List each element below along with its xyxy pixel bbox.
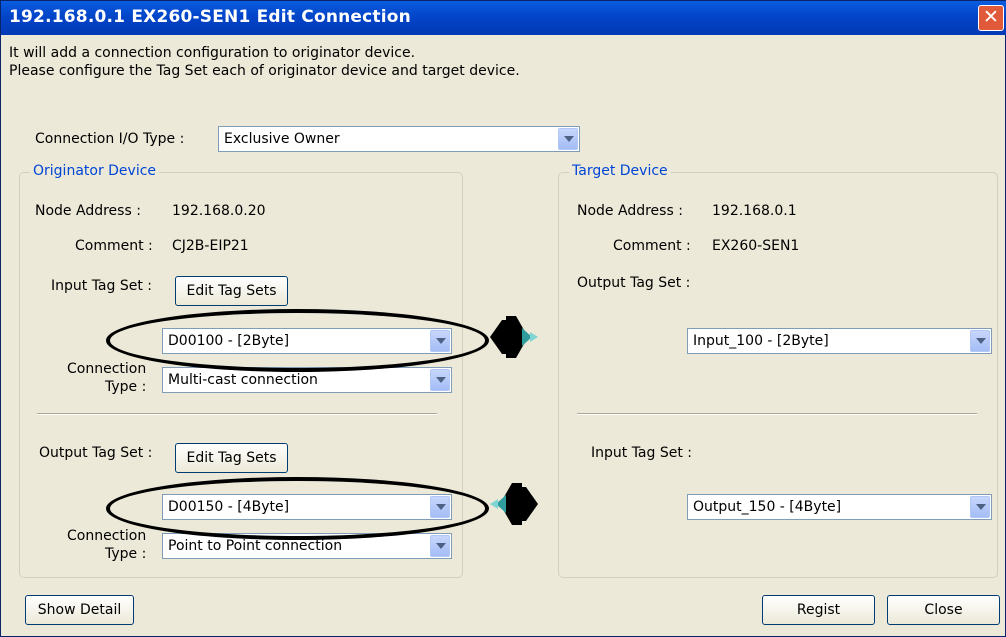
originator-node-address: 192.168.0.20 bbox=[172, 203, 266, 219]
input-connection-type-label-1: Connection bbox=[67, 361, 147, 377]
output-connection-type-value: Point to Point connection bbox=[168, 538, 343, 554]
target-output-tag-value: Input_100 - [2Byte] bbox=[693, 333, 829, 349]
output-edit-tag-sets-button[interactable]: Edit Tag Sets bbox=[175, 443, 288, 473]
show-detail-button[interactable]: Show Detail bbox=[25, 595, 134, 625]
connection-io-type-label: Connection I/O Type : bbox=[35, 131, 185, 147]
target-node-address: 192.168.0.1 bbox=[712, 203, 797, 219]
target-input-tag-set-label: Input Tag Set : bbox=[591, 445, 693, 461]
output-connection-type-label-1: Connection bbox=[67, 528, 147, 544]
originator-comment: CJ2B-EIP21 bbox=[172, 238, 249, 254]
target-separator bbox=[577, 413, 977, 415]
close-window-button[interactable]: ✕ bbox=[978, 5, 1004, 31]
highlight-ellipse-input bbox=[106, 309, 489, 372]
target-comment-label: Comment : bbox=[613, 238, 691, 254]
originator-input-tag-set-label: Input Tag Set : bbox=[51, 278, 153, 294]
target-output-tag-set-label: Output Tag Set : bbox=[577, 275, 691, 291]
originator-device-title: Originator Device bbox=[30, 163, 160, 179]
intro-line-2: Please configure the Tag Set each of ori… bbox=[9, 63, 520, 79]
target-input-tag-select[interactable]: Output_150 - [4Byte] bbox=[687, 494, 992, 520]
regist-button[interactable]: Regist bbox=[762, 595, 875, 625]
target-input-tag-value: Output_150 - [4Byte] bbox=[693, 499, 842, 515]
target-device-title: Target Device bbox=[569, 163, 671, 179]
chevron-down-icon[interactable] bbox=[970, 496, 990, 518]
originator-output-tag-set-label: Output Tag Set : bbox=[39, 445, 153, 461]
originator-comment-label: Comment : bbox=[75, 238, 153, 254]
chevron-down-icon[interactable] bbox=[430, 369, 450, 391]
close-button[interactable]: Close bbox=[887, 595, 1000, 625]
highlight-ellipse-output bbox=[106, 477, 489, 540]
intro-line-1: It will add a connection configuration t… bbox=[9, 45, 416, 61]
window-title: 192.168.0.1 EX260-SEN1 Edit Connection bbox=[9, 7, 411, 27]
input-connection-type-label-2: Type : bbox=[105, 379, 147, 395]
target-comment: EX260-SEN1 bbox=[712, 238, 800, 254]
originator-separator bbox=[37, 413, 437, 415]
title-bar: 192.168.0.1 EX260-SEN1 Edit Connection ✕ bbox=[1, 1, 1006, 35]
connection-io-type-value: Exclusive Owner bbox=[224, 131, 340, 147]
chevron-down-icon[interactable] bbox=[558, 128, 578, 150]
direction-arrow-icon bbox=[490, 316, 538, 358]
chevron-down-icon[interactable] bbox=[970, 330, 990, 352]
edit-connection-dialog: 192.168.0.1 EX260-SEN1 Edit Connection ✕… bbox=[0, 0, 1006, 637]
target-node-address-label: Node Address : bbox=[577, 203, 683, 219]
target-output-tag-select[interactable]: Input_100 - [2Byte] bbox=[687, 328, 992, 354]
chevron-down-icon[interactable] bbox=[430, 535, 450, 557]
direction-arrow-icon bbox=[490, 483, 538, 525]
input-connection-type-value: Multi-cast connection bbox=[168, 372, 318, 388]
input-edit-tag-sets-button[interactable]: Edit Tag Sets bbox=[175, 276, 288, 306]
originator-node-address-label: Node Address : bbox=[35, 203, 141, 219]
output-connection-type-label-2: Type : bbox=[105, 546, 147, 562]
connection-io-type-select[interactable]: Exclusive Owner bbox=[218, 126, 580, 152]
